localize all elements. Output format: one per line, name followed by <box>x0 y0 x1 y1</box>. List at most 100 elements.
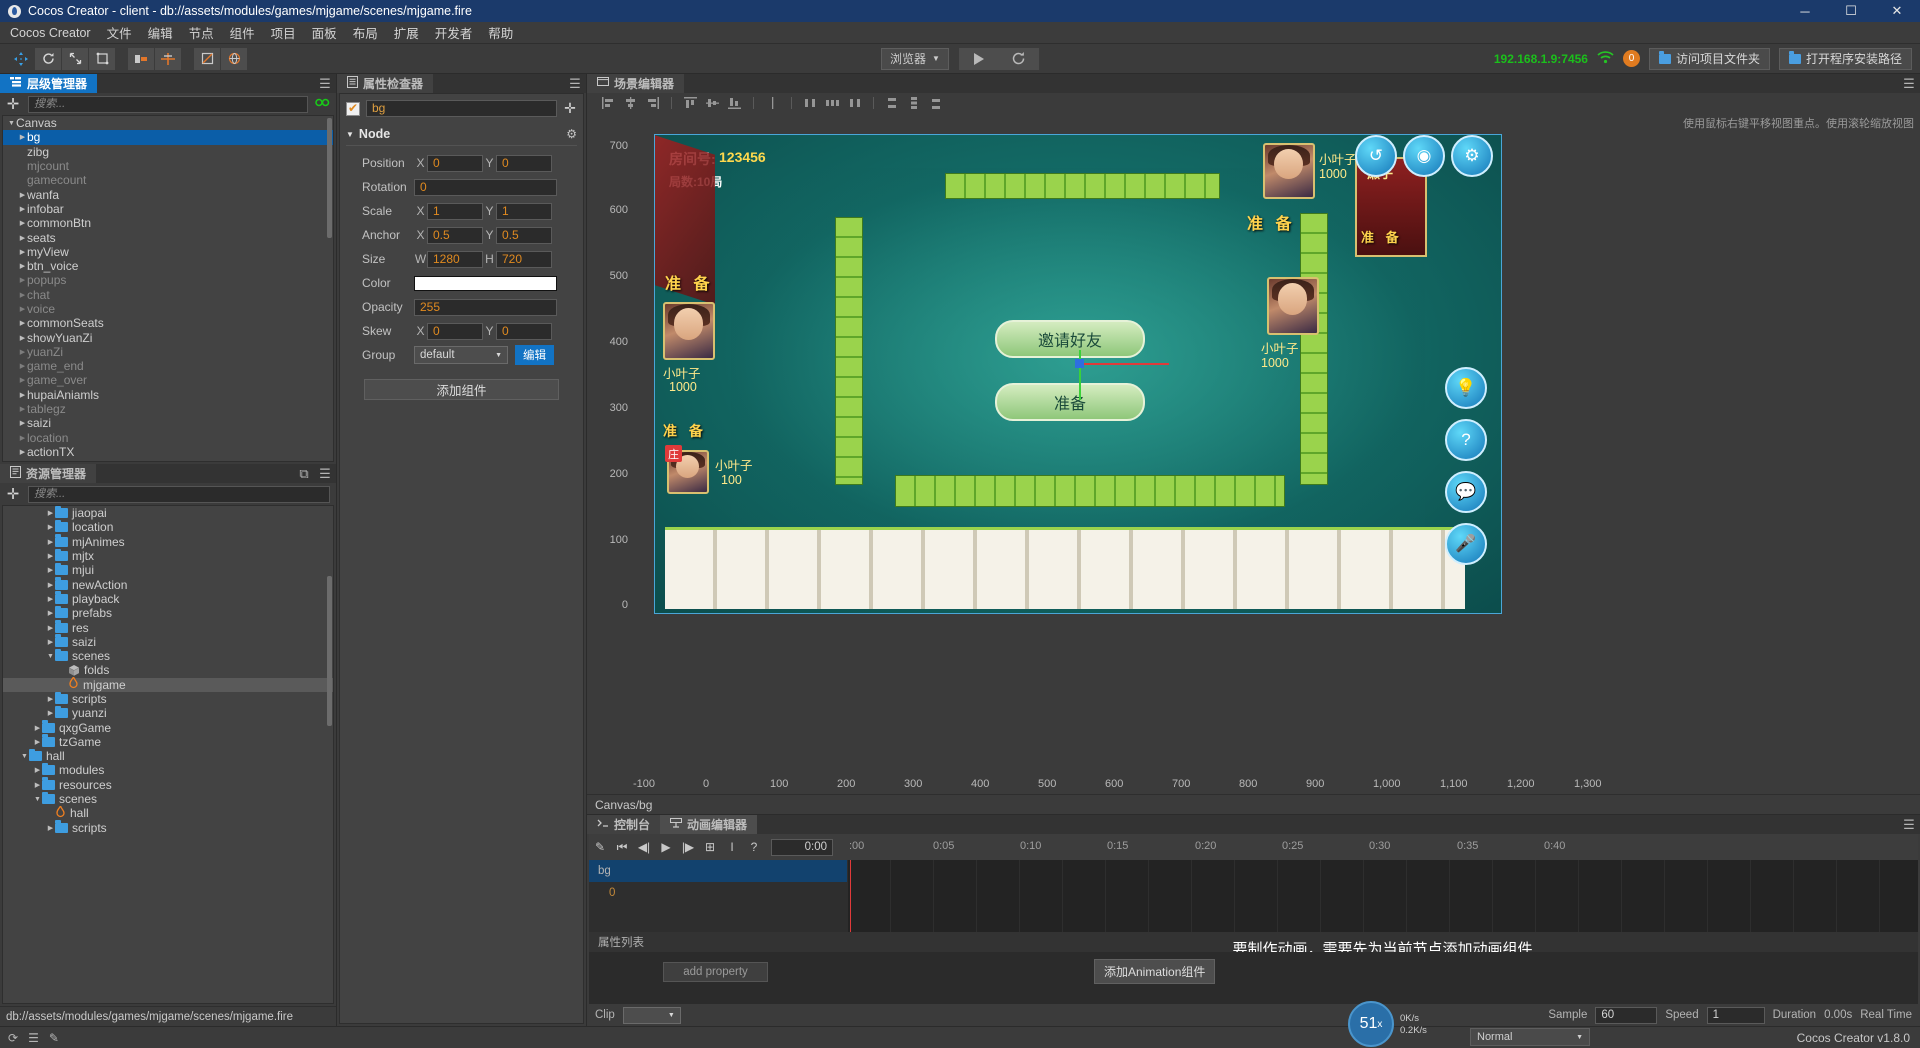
align-bottom-icon[interactable] <box>725 95 744 111</box>
chevron-right-icon[interactable]: ▶ <box>46 638 55 646</box>
hierarchy-node-bg[interactable]: ▶ bg <box>3 130 333 145</box>
chevron-right-icon[interactable]: ▶ <box>18 191 27 199</box>
avatar[interactable] <box>1263 143 1315 199</box>
maximize-button[interactable]: ☐ <box>1828 0 1874 22</box>
tab-scene-editor[interactable]: 场景编辑器 <box>587 74 685 93</box>
menu-item-component[interactable]: 组件 <box>230 23 255 42</box>
animation-menu-icon[interactable]: ☰ <box>1898 815 1920 834</box>
hierarchy-node-location[interactable]: ▶ location <box>3 431 333 445</box>
node-enabled-checkbox[interactable] <box>346 101 360 116</box>
align-center-horizontal-icon[interactable] <box>621 95 640 111</box>
hierarchy-node-commonbtn[interactable]: ▶ commonBtn <box>3 216 333 230</box>
align-middle-icon[interactable] <box>703 95 722 111</box>
scale-y-input[interactable]: 1 <box>496 202 552 220</box>
speed-input[interactable]: 1 <box>1706 1006 1765 1024</box>
hierarchy-node-popups[interactable]: ▶ popups <box>3 273 333 287</box>
microphone-icon[interactable]: 🎤 <box>1445 523 1487 565</box>
chevron-right-icon[interactable]: ▶ <box>46 566 55 574</box>
add-node-button[interactable]: ✛ <box>4 95 22 113</box>
hierarchy-tree[interactable]: ▼ Canvas ▶ bg zibg mjcount gamecount ▶ wanfa ▶ inf… <box>2 115 334 462</box>
help-icon[interactable]: ? <box>743 840 765 854</box>
distribute-vertical-icon[interactable] <box>763 95 782 111</box>
chevron-down-icon[interactable]: ▼ <box>7 120 16 127</box>
avatar[interactable] <box>1267 277 1319 335</box>
notification-badge[interactable]: 0 <box>1622 50 1640 67</box>
asset-item-hall[interactable]: hall <box>3 804 333 820</box>
skip-to-start-icon[interactable]: ⏮ <box>611 840 633 855</box>
tab-assets[interactable]: 资源管理器 <box>0 464 97 483</box>
rotation-input[interactable]: 0 <box>414 178 557 196</box>
asset-item-qxggame[interactable]: ▶ qxgGame <box>3 720 333 735</box>
previous-frame-icon[interactable]: ◀| <box>633 840 655 854</box>
asset-item-mjtx[interactable]: ▶ mjtx <box>3 548 333 563</box>
asset-item-yuanzi[interactable]: ▶ yuanzi <box>3 705 333 720</box>
asset-item-mjanimes[interactable]: ▶ mjAnimes <box>3 534 333 549</box>
menu-item-extension[interactable]: 扩展 <box>394 23 419 42</box>
color-swatch[interactable] <box>414 275 557 291</box>
coordinate-toggle-icon[interactable] <box>155 47 181 70</box>
track-row-value[interactable]: 0 <box>589 882 847 904</box>
position-x-input[interactable]: 0 <box>427 154 483 172</box>
chevron-right-icon[interactable]: ▶ <box>18 276 27 284</box>
chevron-down-icon[interactable]: ▼ <box>33 796 42 803</box>
undo-icon[interactable]: ↺ <box>1355 135 1397 177</box>
chevron-down-icon[interactable]: ▼ <box>20 753 29 760</box>
hierarchy-node-myview[interactable]: ▶ myView <box>3 245 333 259</box>
chevron-right-icon[interactable]: ▶ <box>18 334 27 342</box>
gizmo-toggle-icon[interactable] <box>194 47 220 70</box>
chevron-right-icon[interactable]: ▶ <box>46 523 55 531</box>
node-section-header[interactable]: ▼ Node ⚙ <box>346 125 577 146</box>
hierarchy-node-mjcount[interactable]: mjcount <box>3 159 333 173</box>
add-animation-component-button[interactable]: 添加Animation组件 <box>1094 959 1216 984</box>
hierarchy-node-infobar[interactable]: ▶ infobar <box>3 202 333 216</box>
chevron-right-icon[interactable]: ▶ <box>46 824 55 832</box>
chevron-right-icon[interactable]: ▶ <box>18 205 27 213</box>
distribute-v-middle-icon[interactable] <box>905 95 924 111</box>
menu-item-edit[interactable]: 编辑 <box>148 23 173 42</box>
scale-tool-icon[interactable] <box>62 47 88 70</box>
avatar[interactable] <box>663 302 715 360</box>
asset-item-saizi[interactable]: ▶ saizi <box>3 634 333 649</box>
help-icon[interactable]: ? <box>1445 419 1487 461</box>
asset-item-res[interactable]: ▶ res <box>3 620 333 635</box>
asset-item-jiaopai[interactable]: ▶ jiaopai <box>3 506 333 520</box>
chevron-right-icon[interactable]: ▶ <box>18 291 27 299</box>
hierarchy-scrollbar[interactable] <box>327 118 332 238</box>
asset-item-scenes[interactable]: ▼ scenes <box>3 791 333 806</box>
chevron-right-icon[interactable]: ▶ <box>33 766 42 774</box>
menu-item-layout[interactable]: 布局 <box>353 23 378 42</box>
clip-select[interactable]: ▼ <box>622 1006 681 1024</box>
asset-item-location[interactable]: ▶ location <box>3 519 333 534</box>
move-tool-icon[interactable] <box>8 47 34 70</box>
assets-tree[interactable]: ▶ jiaopai ▶ location ▶ mjAnimes ▶ mjtx ▶ mjui ▶ new… <box>2 505 334 1004</box>
playhead[interactable] <box>850 860 851 932</box>
assets-menu-icon[interactable]: ☰ <box>314 464 336 483</box>
chevron-right-icon[interactable]: ▶ <box>18 305 27 313</box>
hierarchy-node-wanfa[interactable]: ▶ wanfa <box>3 187 333 202</box>
scene-menu-icon[interactable]: ☰ <box>1898 74 1920 93</box>
chevron-right-icon[interactable]: ▶ <box>46 709 55 717</box>
assets-copy-icon[interactable]: ⧉ <box>294 464 314 483</box>
chevron-right-icon[interactable]: ▶ <box>18 391 27 399</box>
chevron-right-icon[interactable]: ▶ <box>46 609 55 617</box>
menu-item-node[interactable]: 节点 <box>189 23 214 42</box>
gear-icon[interactable]: ⚙ <box>1451 135 1493 177</box>
asset-item-resources[interactable]: ▶ resources <box>3 777 333 792</box>
hierarchy-menu-icon[interactable]: ☰ <box>314 74 336 93</box>
skew-y-input[interactable]: 0 <box>496 322 552 340</box>
asset-item-hall[interactable]: ▼ hall <box>3 748 333 763</box>
skew-x-input[interactable]: 0 <box>427 322 483 340</box>
invite-friend-button[interactable]: 邀请好友 <box>995 320 1145 358</box>
minimize-button[interactable]: ─ <box>1782 0 1828 22</box>
menu-item-project[interactable]: 项目 <box>271 23 296 42</box>
sync-icon[interactable]: ⟳ <box>8 1031 18 1045</box>
hierarchy-node-actiontx[interactable]: ▶ actionTX <box>3 445 333 459</box>
assets-scrollbar[interactable] <box>327 576 332 726</box>
inspector-menu-icon[interactable]: ☰ <box>564 74 586 93</box>
track-grid[interactable]: 要制作动画，需要先为当前节点添加动画组件 <box>847 860 1918 958</box>
size-height-input[interactable]: 720 <box>496 250 552 268</box>
close-button[interactable]: ✕ <box>1874 0 1920 22</box>
chevron-right-icon[interactable]: ▶ <box>18 319 27 327</box>
edit-mode-icon[interactable]: ✎ <box>589 840 611 854</box>
distribute-v-top-icon[interactable] <box>883 95 902 111</box>
